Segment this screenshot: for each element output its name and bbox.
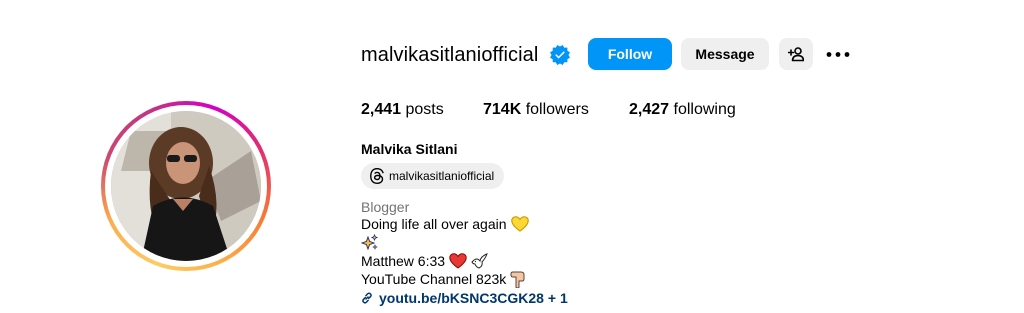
profile-avatar[interactable] (111, 111, 261, 261)
bio-line-1: Doing life all over again (361, 215, 529, 233)
red-heart-icon (449, 253, 467, 269)
followers-label: followers (525, 101, 589, 118)
profile-username: malvikasitlaniofficial (361, 44, 539, 66)
posts-count: 2,441 posts (361, 99, 444, 121)
yellow-heart-icon (510, 216, 529, 232)
following-link[interactable]: 2,427 following (629, 99, 736, 121)
bio-external-link[interactable]: youtu.be/bKSNC3CGK28 + 1 (361, 289, 568, 307)
pointing-down-icon (510, 271, 525, 288)
threads-profile-link[interactable]: malvikasitlaniofficial (361, 163, 505, 189)
threads-icon (370, 168, 384, 184)
posts-label: posts (405, 101, 444, 118)
bio-line-3: Matthew 6:33 (361, 252, 489, 270)
followers-link[interactable]: 714K followers (483, 99, 589, 121)
add-person-icon (788, 47, 804, 62)
message-button[interactable]: Message (681, 38, 769, 70)
bio-text-4: YouTube Channel 823k (361, 271, 507, 287)
link-extra-count: + 1 (547, 290, 568, 306)
following-label: following (673, 101, 736, 118)
bio-text-1: Doing life all over again (361, 216, 507, 232)
posts-number: 2,441 (361, 101, 402, 118)
link-icon (362, 292, 372, 304)
profile-full-name: Malvika Sitlani (361, 141, 458, 157)
followers-number: 714K (483, 101, 522, 118)
suggested-accounts-button[interactable] (779, 38, 813, 70)
dove-icon (471, 252, 488, 269)
avatar-ring-gap (105, 105, 267, 267)
bio-line-2 (361, 234, 379, 251)
more-options-icon (826, 52, 850, 57)
avatar-photo-image (111, 111, 261, 261)
sparkles-icon (361, 234, 379, 251)
link-text: youtu.be/bKSNC3CGK28 (379, 290, 544, 306)
follow-button[interactable]: Follow (588, 38, 672, 70)
more-options-button[interactable] (821, 38, 855, 70)
following-number: 2,427 (629, 101, 670, 118)
profile-category: Blogger (361, 199, 410, 215)
verified-badge-icon (550, 45, 570, 65)
threads-handle: malvikasitlaniofficial (389, 169, 495, 183)
profile-avatar-ring[interactable] (101, 101, 271, 271)
bio-line-4: YouTube Channel 823k (361, 270, 526, 288)
bio-text-3: Matthew 6:33 (361, 253, 446, 269)
